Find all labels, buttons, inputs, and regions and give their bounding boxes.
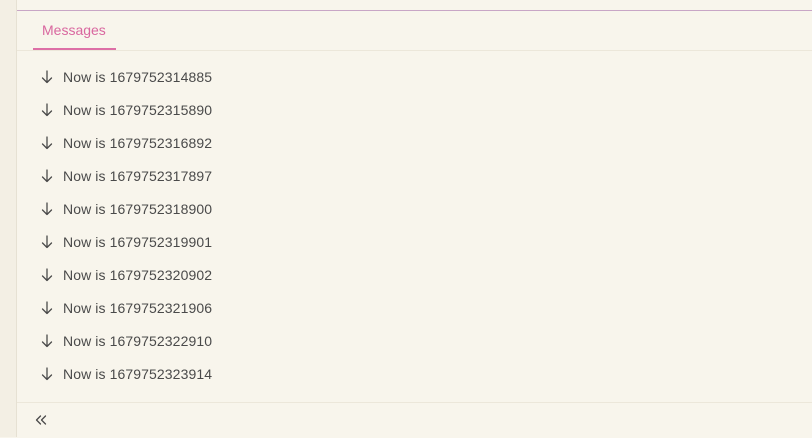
message-text: Now is 1679752316892: [63, 134, 213, 151]
arrow-down-icon: [41, 69, 53, 83]
tab-bar: Messages: [17, 11, 812, 51]
bottom-bar: [17, 402, 812, 438]
message-text: Now is 1679752315890: [63, 101, 213, 118]
arrow-down-icon: [41, 168, 53, 182]
message-item: Now is 1679752316892: [17, 126, 812, 159]
left-gutter: [0, 0, 17, 437]
double-chevron-left-icon[interactable]: [34, 413, 48, 427]
arrow-down-icon: [41, 201, 53, 215]
message-text: Now is 1679752320902: [63, 266, 213, 283]
message-text: Now is 1679752319901: [63, 233, 213, 250]
message-text: Now is 1679752323914: [63, 365, 213, 382]
message-item: Now is 1679752318900: [17, 192, 812, 225]
message-item: Now is 1679752314885: [17, 60, 812, 93]
arrow-down-icon: [41, 366, 53, 380]
message-text: Now is 1679752322910: [63, 332, 213, 349]
message-item: Now is 1679752315890: [17, 93, 812, 126]
message-item: Now is 1679752323914: [17, 357, 812, 390]
message-list: Now is 1679752314885 Now is 167975231589…: [17, 60, 812, 390]
arrow-down-icon: [41, 300, 53, 314]
message-text: Now is 1679752314885: [63, 68, 213, 85]
message-text: Now is 1679752321906: [63, 299, 213, 316]
message-item: Now is 1679752319901: [17, 225, 812, 258]
message-text: Now is 1679752318900: [63, 200, 213, 217]
arrow-down-icon: [41, 234, 53, 248]
message-item: Now is 1679752322910: [17, 324, 812, 357]
arrow-down-icon: [41, 267, 53, 281]
arrow-down-icon: [41, 135, 53, 149]
arrow-down-icon: [41, 102, 53, 116]
message-text: Now is 1679752317897: [63, 167, 213, 184]
message-item: Now is 1679752321906: [17, 291, 812, 324]
arrow-down-icon: [41, 333, 53, 347]
tab-messages[interactable]: Messages: [33, 11, 116, 50]
message-item: Now is 1679752317897: [17, 159, 812, 192]
message-item: Now is 1679752320902: [17, 258, 812, 291]
